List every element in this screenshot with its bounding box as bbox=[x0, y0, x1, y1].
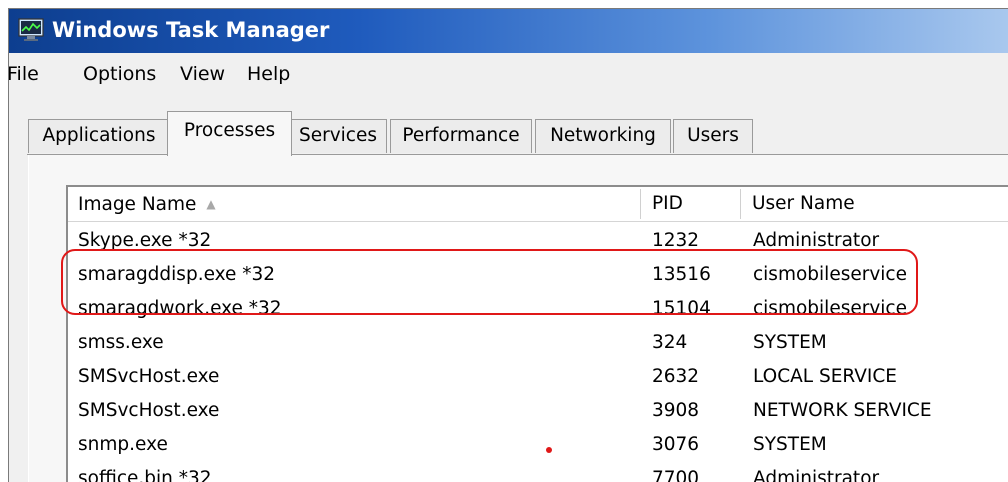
menu-help[interactable]: Help bbox=[247, 63, 290, 85]
column-divider[interactable] bbox=[740, 189, 741, 219]
window-title: Windows Task Manager bbox=[52, 18, 330, 42]
menu-file[interactable]: File bbox=[9, 63, 39, 85]
column-header-pid[interactable]: PID bbox=[642, 187, 739, 221]
user-name-cell: NETWORK SERVICE bbox=[753, 400, 932, 421]
table-row[interactable]: smss.exe 324 SYSTEM bbox=[68, 326, 1008, 360]
tab-performance[interactable]: Performance bbox=[390, 119, 532, 153]
pid-cell: 7700 bbox=[652, 468, 700, 482]
column-divider[interactable] bbox=[640, 189, 641, 219]
tab-applications[interactable]: Applications bbox=[28, 119, 170, 153]
image-name-cell: smaragddisp.exe *32 bbox=[78, 264, 276, 285]
table-row[interactable]: soffice.bin *32 7700 Administrator bbox=[68, 462, 1008, 482]
table-row[interactable]: Skype.exe *32 1232 Administrator bbox=[68, 224, 1008, 258]
pid-cell: 3908 bbox=[652, 400, 700, 421]
task-manager-window: Windows Task Manager File Options View H… bbox=[8, 8, 1008, 482]
task-manager-icon bbox=[18, 18, 44, 41]
image-name-cell: smss.exe bbox=[78, 332, 164, 353]
pid-cell: 3076 bbox=[652, 434, 700, 455]
tab-services[interactable]: Services bbox=[289, 119, 387, 153]
menu-options[interactable]: Options bbox=[83, 63, 156, 85]
image-name-cell: SMSvcHost.exe bbox=[78, 400, 220, 421]
table-row[interactable]: snmp.exe 3076 SYSTEM bbox=[68, 428, 1008, 462]
annotation-dot bbox=[546, 447, 552, 453]
image-name-cell: soffice.bin *32 bbox=[78, 468, 212, 482]
menu-view[interactable]: View bbox=[180, 63, 225, 85]
tab-users[interactable]: Users bbox=[673, 119, 753, 153]
image-name-cell: snmp.exe bbox=[78, 434, 168, 455]
pid-cell: 13516 bbox=[652, 264, 711, 285]
table-row[interactable]: SMSvcHost.exe 3908 NETWORK SERVICE bbox=[68, 394, 1008, 428]
sort-ascending-icon: ▲ bbox=[206, 197, 216, 211]
list-header: Image Name ▲ PID User Name bbox=[68, 187, 1008, 222]
tab-networking[interactable]: Networking bbox=[535, 119, 671, 153]
column-header-user-name[interactable]: User Name bbox=[742, 187, 1008, 221]
pid-cell: 1232 bbox=[652, 230, 700, 251]
tab-processes[interactable]: Processes bbox=[167, 111, 292, 156]
user-name-cell: SYSTEM bbox=[753, 434, 827, 455]
process-list[interactable]: Image Name ▲ PID User Name Skype.exe *32 … bbox=[66, 185, 1008, 482]
menu-bar: File Options View Help bbox=[9, 59, 1008, 89]
table-row[interactable]: SMSvcHost.exe 2632 LOCAL SERVICE bbox=[68, 360, 1008, 394]
user-name-cell: cismobileservice bbox=[753, 298, 907, 319]
image-name-cell: smaragdwork.exe *32 bbox=[78, 298, 282, 319]
user-name-cell: cismobileservice bbox=[753, 264, 907, 285]
table-row[interactable]: smaragdwork.exe *32 15104 cismobileservi… bbox=[68, 292, 1008, 326]
user-name-cell: Administrator bbox=[753, 230, 880, 251]
image-name-cell: Skype.exe *32 bbox=[78, 230, 212, 251]
image-name-cell: SMSvcHost.exe bbox=[78, 366, 220, 387]
user-name-cell: Administrator bbox=[753, 468, 880, 482]
user-name-cell: LOCAL SERVICE bbox=[753, 366, 897, 387]
column-header-label: Image Name bbox=[78, 194, 197, 215]
title-bar[interactable]: Windows Task Manager bbox=[9, 9, 1008, 53]
user-name-cell: SYSTEM bbox=[753, 332, 827, 353]
pid-cell: 15104 bbox=[652, 298, 711, 319]
column-header-image-name[interactable]: Image Name ▲ bbox=[68, 187, 640, 221]
pid-cell: 2632 bbox=[652, 366, 700, 387]
table-row[interactable]: smaragddisp.exe *32 13516 cismobileservi… bbox=[68, 258, 1008, 292]
pid-cell: 324 bbox=[652, 332, 688, 353]
column-header-label: User Name bbox=[752, 193, 855, 214]
column-header-label: PID bbox=[652, 193, 683, 214]
